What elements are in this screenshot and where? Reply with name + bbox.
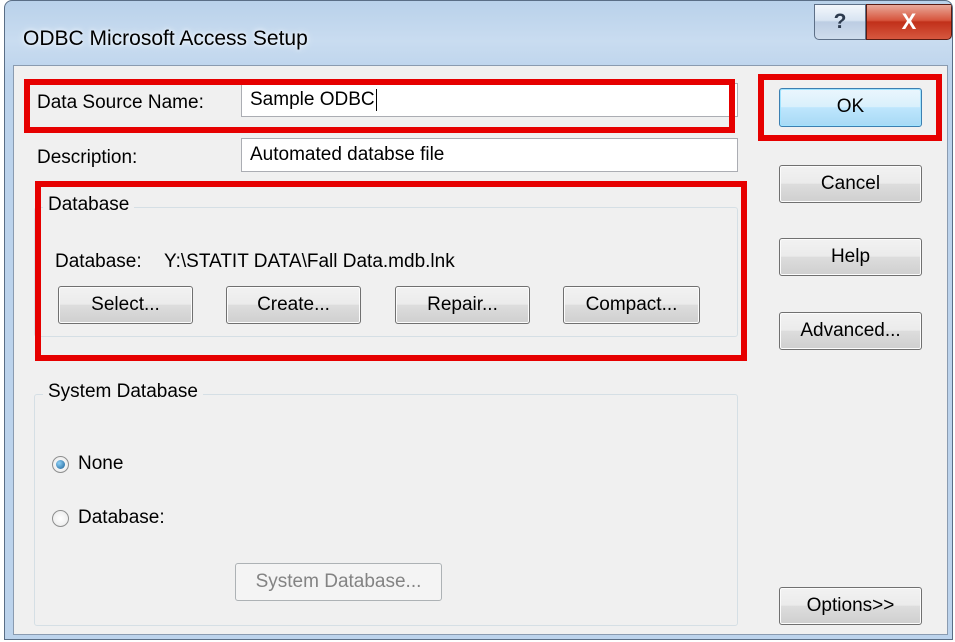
radio-none-label[interactable]: None bbox=[78, 453, 123, 475]
close-button[interactable]: X bbox=[866, 4, 952, 40]
system-database-group-legend: System Database bbox=[43, 381, 203, 403]
advanced-button[interactable]: Advanced... bbox=[779, 312, 922, 350]
highlight-box-database-group bbox=[35, 181, 747, 361]
cancel-button[interactable]: Cancel bbox=[779, 165, 922, 203]
description-input[interactable]: Automated databse file bbox=[241, 138, 738, 172]
radio-database[interactable] bbox=[52, 510, 69, 527]
options-button[interactable]: Options>> bbox=[779, 587, 922, 625]
radio-none[interactable] bbox=[52, 456, 69, 473]
window-title: ODBC Microsoft Access Setup bbox=[23, 27, 308, 50]
title-bar[interactable]: ODBC Microsoft Access Setup ? X bbox=[5, 1, 952, 65]
help-caption-button[interactable]: ? bbox=[814, 4, 866, 40]
system-database-button: System Database... bbox=[235, 563, 442, 601]
description-value: Automated databse file bbox=[250, 144, 445, 165]
help-button[interactable]: Help bbox=[779, 238, 922, 276]
radio-database-label[interactable]: Database: bbox=[78, 507, 165, 529]
highlight-box-data-source-name bbox=[24, 79, 735, 133]
description-label: Description: bbox=[37, 147, 138, 168]
close-icon: X bbox=[901, 9, 917, 34]
question-mark-icon: ? bbox=[833, 10, 847, 33]
radio-selected-dot bbox=[56, 460, 65, 469]
highlight-box-ok-button bbox=[758, 74, 942, 141]
